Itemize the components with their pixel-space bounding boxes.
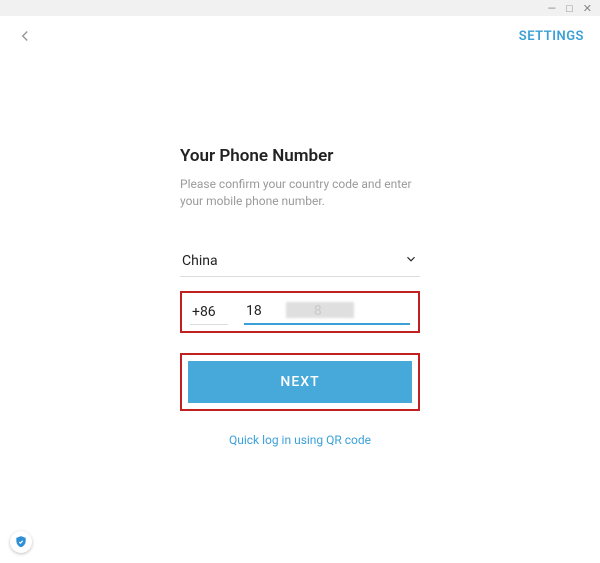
settings-link[interactable]: SETTINGS — [519, 29, 584, 44]
page-title: Your Phone Number — [180, 146, 420, 166]
maximize-button[interactable]: □ — [566, 3, 573, 14]
next-button-highlight: NEXT — [180, 353, 420, 411]
chevron-down-icon — [404, 252, 418, 270]
country-select[interactable]: China — [180, 248, 420, 277]
close-button[interactable]: ✕ — [583, 3, 592, 14]
phone-number-input[interactable] — [244, 299, 410, 325]
back-arrow-icon[interactable] — [16, 27, 34, 45]
login-form: Your Phone Number Please confirm your co… — [180, 146, 420, 447]
minimize-button[interactable]: — — [548, 3, 557, 14]
window-titlebar: — □ ✕ — [0, 0, 600, 16]
country-code-field[interactable]: +86 — [190, 300, 228, 325]
qr-login-link[interactable]: Quick log in using QR code — [180, 433, 420, 447]
country-value: China — [182, 253, 218, 269]
page-subtitle: Please confirm your country code and ent… — [180, 176, 420, 210]
phone-row-highlight: +86 — [180, 291, 420, 333]
next-button[interactable]: NEXT — [188, 361, 412, 403]
app-header: SETTINGS — [0, 16, 600, 56]
shield-icon[interactable] — [10, 531, 32, 553]
